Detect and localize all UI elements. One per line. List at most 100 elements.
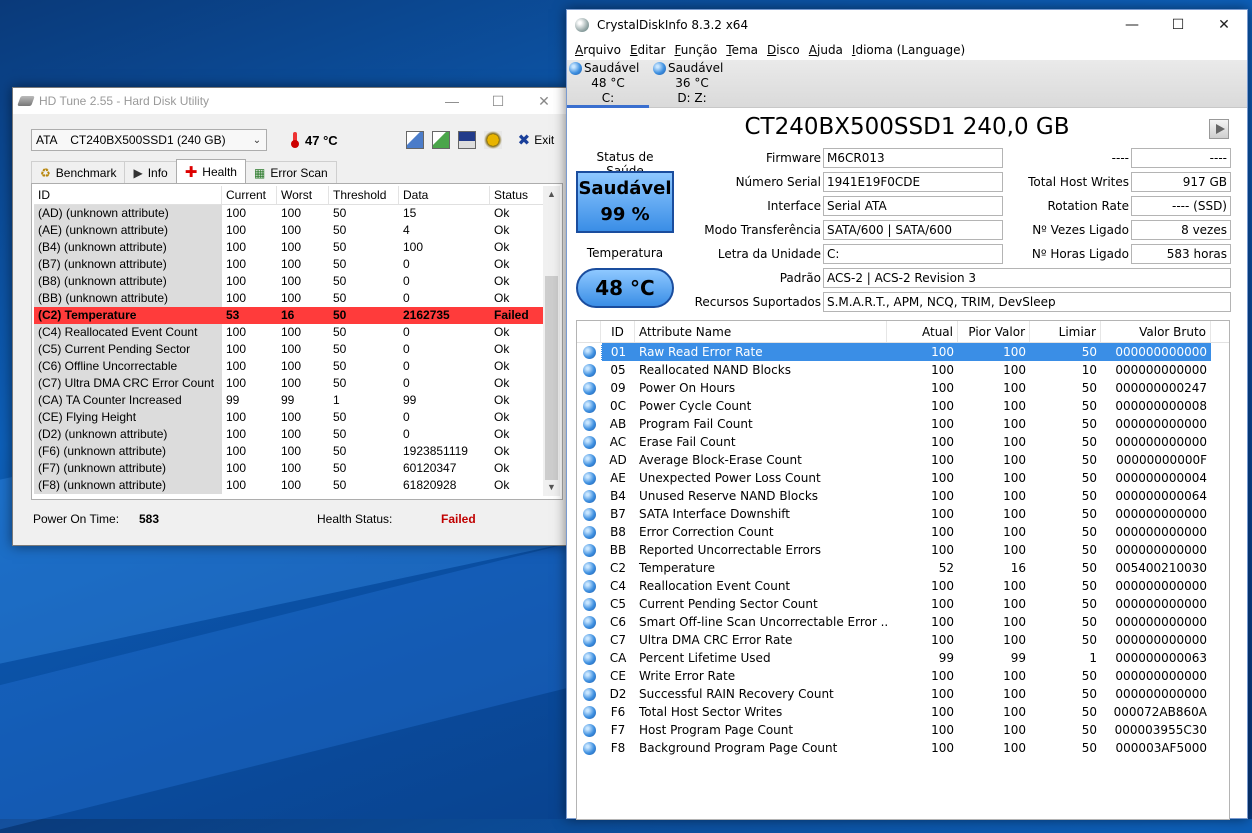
table-row[interactable]: (CA) TA Counter Increased 99 99 1 99 Ok — [34, 392, 546, 409]
table-row[interactable]: BB Reported Uncorrectable Errors 100 100 50 0… — [577, 541, 1229, 559]
table-row[interactable]: CE Write Error Rate 100 100 50 000000000000 — [577, 667, 1229, 685]
table-row[interactable]: F7 Host Program Page Count 100 100 50 0000039… — [577, 721, 1229, 739]
save-icon[interactable] — [457, 131, 476, 149]
tab-benchmark-label: Benchmark — [55, 165, 117, 180]
col-pior-valor[interactable]: Pior Valor — [958, 321, 1030, 342]
drive-tab-c[interactable]: Saudável 48 °C C: — [567, 61, 649, 108]
maximize-button[interactable]: ☐ — [475, 88, 521, 114]
col-atual[interactable]: Atual — [887, 321, 958, 342]
exit-button[interactable]: ✖ Exit — [518, 131, 555, 149]
col-threshold[interactable]: Threshold — [329, 186, 399, 204]
table-row[interactable]: 01 Raw Read Error Rate 100 100 50 00000000000… — [577, 343, 1229, 361]
menu-idioma[interactable]: Idioma (Language) — [852, 43, 965, 57]
status-dot-cell — [577, 685, 601, 703]
table-row[interactable]: (C6) Offline Uncorrectable 100 100 50 0 Ok — [34, 358, 546, 375]
col-worst[interactable]: Worst — [277, 186, 329, 204]
col-id[interactable]: ID — [34, 186, 222, 204]
menu-tema[interactable]: Tema — [726, 43, 758, 57]
menu-arquivo[interactable]: Arquivo — [575, 43, 621, 57]
table-row[interactable]: F6 Total Host Sector Writes 100 100 50 000072… — [577, 703, 1229, 721]
drive-select[interactable]: ATA CT240BX500SSD1 (240 GB) ⌄ — [31, 129, 267, 151]
scroll-down-icon[interactable]: ▼ — [543, 479, 560, 496]
table-row[interactable]: AD Average Block-Erase Count 100 100 50 00000… — [577, 451, 1229, 469]
unused-field: ---- — [1131, 148, 1231, 168]
table-row[interactable]: 05 Reallocated NAND Blocks 100 100 10 0000000… — [577, 361, 1229, 379]
minimize-button[interactable]: — — [429, 88, 475, 114]
table-row[interactable]: (C2) Temperature 53 16 50 2162735 Failed — [34, 307, 546, 324]
table-row[interactable]: C7 Ultra DMA CRC Error Rate 100 100 50 000000… — [577, 631, 1229, 649]
chevron-down-icon[interactable]: ⌄ — [248, 135, 266, 146]
table-row[interactable]: D2 Successful RAIN Recovery Count 100 100 50… — [577, 685, 1229, 703]
table-row[interactable]: (CE) Flying Height 100 100 50 0 Ok — [34, 409, 546, 426]
health-good-icon — [582, 687, 596, 701]
table-row[interactable]: B4 Unused Reserve NAND Blocks 100 100 50 0000… — [577, 487, 1229, 505]
minimize-button[interactable]: — — [1109, 10, 1155, 40]
scroll-thumb[interactable] — [545, 276, 558, 480]
table-row[interactable]: C2 Temperature 52 16 50 005400210030 — [577, 559, 1229, 577]
next-drive-button[interactable] — [1209, 119, 1229, 139]
drive-tab-d[interactable]: Saudável 36 °C D: Z: — [651, 61, 733, 106]
table-row[interactable]: (B8) (unknown attribute) 100 100 50 0 Ok — [34, 273, 546, 290]
menu-editar[interactable]: Editar — [630, 43, 666, 57]
table-row[interactable]: 0C Power Cycle Count 100 100 50 000000000008 — [577, 397, 1229, 415]
status-dot-cell — [577, 523, 601, 541]
col-limiar[interactable]: Limiar — [1030, 321, 1101, 342]
drive-c-temp: 48 °C — [591, 76, 625, 90]
menu-funcao[interactable]: Função — [675, 43, 718, 57]
tab-error-scan[interactable]: ▦ Error Scan — [244, 161, 337, 183]
health-table-scrollbar[interactable]: ▲ ▼ — [543, 186, 560, 496]
health-status-button[interactable]: Saudável 99 % — [576, 171, 674, 233]
table-row[interactable]: B7 SATA Interface Downshift 100 100 50 000000… — [577, 505, 1229, 523]
col-valor-bruto[interactable]: Valor Bruto — [1101, 321, 1211, 342]
table-row[interactable]: (F8) (unknown attribute) 100 100 50 61820928… — [34, 477, 546, 494]
menu-ajuda[interactable]: Ajuda — [809, 43, 843, 57]
cdi-titlebar[interactable]: CrystalDiskInfo 8.3.2 x64 — ☐ ✕ — [567, 10, 1247, 40]
table-row[interactable]: C4 Reallocation Event Count 100 100 50 000000… — [577, 577, 1229, 595]
table-row[interactable]: (F6) (unknown attribute) 100 100 50 19238511… — [34, 443, 546, 460]
table-row[interactable]: AB Program Fail Count 100 100 50 000000000000 — [577, 415, 1229, 433]
col-attribute-name[interactable]: Attribute Name — [635, 321, 887, 342]
maximize-button[interactable]: ☐ — [1155, 10, 1201, 40]
table-row[interactable]: (BB) (unknown attribute) 100 100 50 0 Ok — [34, 290, 546, 307]
table-row[interactable]: F8 Background Program Page Count 100 100 50 0… — [577, 739, 1229, 757]
table-row[interactable]: (F7) (unknown attribute) 100 100 50 60120347… — [34, 460, 546, 477]
copy-screenshot-icon[interactable] — [431, 131, 450, 149]
table-row[interactable]: 09 Power On Hours 100 100 50 000000000247 — [577, 379, 1229, 397]
table-row[interactable]: (D2) (unknown attribute) 100 100 50 0 Ok — [34, 426, 546, 443]
col-current[interactable]: Current — [222, 186, 277, 204]
table-row[interactable]: (AE) (unknown attribute) 100 100 50 4 Ok — [34, 222, 546, 239]
table-row[interactable]: B8 Error Correction Count 100 100 50 00000000… — [577, 523, 1229, 541]
table-row[interactable]: (AD) (unknown attribute) 100 100 50 15 Ok — [34, 205, 546, 222]
temperature-button[interactable]: 48 °C — [576, 268, 674, 308]
table-row[interactable]: C5 Current Pending Sector Count 100 100 50 00… — [577, 595, 1229, 613]
table-row[interactable]: (B7) (unknown attribute) 100 100 50 0 Ok — [34, 256, 546, 273]
smart-attribute-table[interactable]: ID Attribute Name Atual Pior Valor Limia… — [576, 320, 1230, 820]
close-button[interactable]: ✕ — [1201, 10, 1247, 40]
table-row[interactable]: CA Percent Lifetime Used 99 99 1 000000000063 — [577, 649, 1229, 667]
table-row[interactable]: (C7) Ultra DMA CRC Error Count 100 100 50 0 O… — [34, 375, 546, 392]
close-button[interactable]: ✕ — [521, 88, 567, 114]
cell-id: CE — [610, 669, 626, 683]
cell-limiar: 10 — [1081, 363, 1097, 377]
hdtune-tabs: ♻ Benchmark ▶ Info ✚ Health ▦ Error Scan — [31, 159, 337, 183]
hdtune-titlebar[interactable]: HD Tune 2.55 - Hard Disk Utility — ☐ ✕ — [13, 88, 567, 114]
table-row[interactable]: AE Unexpected Power Loss Count 100 100 50 000… — [577, 469, 1229, 487]
options-icon[interactable] — [483, 131, 502, 149]
tab-health[interactable]: ✚ Health — [175, 159, 246, 183]
table-row[interactable]: (C5) Current Pending Sector 100 100 50 0 Ok — [34, 341, 546, 358]
table-row[interactable]: (B4) (unknown attribute) 100 100 50 100 Ok — [34, 239, 546, 256]
tab-benchmark[interactable]: ♻ Benchmark — [31, 161, 126, 183]
col-status[interactable]: Status — [490, 186, 546, 204]
table-row[interactable]: C6 Smart Off-line Scan Uncorrectable Erro… — [577, 613, 1229, 631]
table-row[interactable]: AC Erase Fail Count 100 100 50 000000000000 — [577, 433, 1229, 451]
menu-disco[interactable]: Disco — [767, 43, 800, 57]
scroll-up-icon[interactable]: ▲ — [543, 186, 560, 203]
table-row[interactable]: (C4) Reallocated Event Count 100 100 50 0 Ok — [34, 324, 546, 341]
health-table[interactable]: ID Current Worst Threshold Data Status (… — [34, 186, 546, 496]
tab-info[interactable]: ▶ Info — [124, 161, 177, 183]
cell-status: Ok — [494, 359, 510, 373]
copy-info-icon[interactable] — [405, 131, 424, 149]
col-data[interactable]: Data — [399, 186, 490, 204]
col-id[interactable]: ID — [601, 321, 635, 342]
cell-current: 100 — [226, 257, 247, 271]
